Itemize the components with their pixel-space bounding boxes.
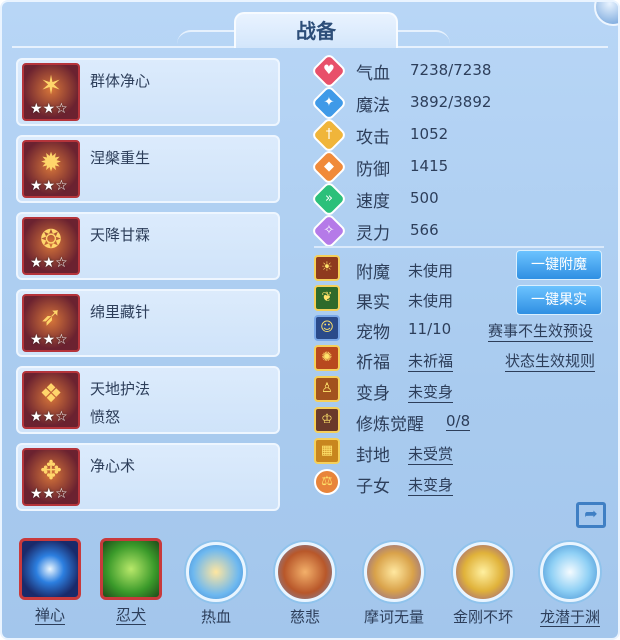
pet-value: 11/10	[408, 320, 452, 338]
event-preset-link[interactable]: 赛事不生效预设	[488, 320, 594, 342]
bottom-slot[interactable]: 龙潜于渊	[532, 538, 608, 627]
fruit-icon: ❦	[314, 285, 340, 311]
bottom-slot-label: 龙潜于渊	[539, 608, 600, 627]
bottom-slot-label: 忍犬	[115, 606, 146, 625]
blessing-icon: ✺	[314, 345, 340, 371]
transform-value[interactable]: 未变身	[408, 381, 454, 403]
pet-icon: ☺	[314, 315, 340, 341]
bottom-slot-label: 热血	[200, 608, 231, 626]
one-click-enchant-button[interactable]: 一键附魔	[516, 250, 602, 280]
skill-card[interactable]: ❂ ★★☆ 天降甘霖	[16, 212, 280, 280]
stat-value-hp: 7238/7238	[410, 61, 492, 79]
bottom-slot-label: 摩诃无量	[363, 608, 424, 626]
title-ornament-right	[390, 30, 450, 46]
bottom-slot[interactable]: 忍犬	[93, 538, 169, 625]
children-icon: ⚖	[314, 469, 340, 495]
stat-label-mp: 魔法	[356, 96, 390, 116]
bottom-slot-label: 禅心	[34, 606, 65, 625]
skill-icon: ❖ ★★☆	[22, 371, 80, 429]
speed-icon: »	[310, 180, 348, 218]
skill-stars: ★★☆	[30, 332, 68, 348]
fruit-label: 果实	[356, 293, 390, 313]
blessing-value[interactable]: 未祈福	[408, 350, 454, 372]
page-title: 战备	[234, 12, 398, 48]
zen-orb-icon	[19, 538, 81, 600]
stat-value-speed: 500	[410, 189, 439, 207]
fruit-value: 未使用	[408, 292, 454, 310]
dragon-icon	[540, 542, 600, 602]
bottom-slot[interactable]: 摩诃无量	[356, 538, 432, 627]
skill-icon: ✹ ★★☆	[22, 140, 80, 198]
skill-name: 群体净心	[90, 72, 151, 90]
skill-icon: ✥ ★★☆	[22, 448, 80, 506]
skill-card[interactable]: ➶ ★★☆ 绵里藏针	[16, 289, 280, 357]
stat-value-spirit: 566	[410, 221, 439, 239]
bottom-slot[interactable]: 金刚不坏	[445, 538, 521, 627]
skill-stars: ★★☆	[30, 255, 68, 271]
divider	[314, 246, 604, 248]
pet-label: 宠物	[356, 323, 390, 343]
blessing-label: 祈福	[356, 353, 390, 373]
bottom-slot-label: 金刚不坏	[452, 608, 513, 626]
stat-value-attack: 1052	[410, 125, 449, 143]
children-label: 子女	[356, 477, 390, 497]
skill-stars: ★★☆	[30, 486, 68, 502]
skill-stars: ★★☆	[30, 409, 68, 425]
enchant-value: 未使用	[408, 262, 454, 280]
skill-card[interactable]: ❖ ★★☆ 天地护法 愤怒	[16, 366, 280, 434]
close-button[interactable]	[594, 2, 618, 26]
golden-guardian-icon	[453, 542, 513, 602]
one-click-fruit-button[interactable]: 一键果实	[516, 285, 602, 315]
skill-name: 绵里藏针	[90, 303, 151, 321]
skill-icon: ✶ ★★☆	[22, 63, 80, 121]
skill-card[interactable]: ✶ ★★☆ 群体净心	[16, 58, 280, 126]
awaken-label: 修炼觉醒	[356, 415, 424, 435]
children-value[interactable]: 未变身	[408, 474, 454, 496]
stat-value-defense: 1415	[410, 157, 449, 175]
enchant-label: 附魔	[356, 263, 390, 283]
state-rule-link[interactable]: 状态生效规则	[505, 350, 596, 372]
skill-subtext: 愤怒	[90, 408, 121, 426]
skill-name: 天降甘霖	[90, 226, 151, 244]
stat-label-hp: 气血	[356, 64, 390, 84]
title-ornament-left	[177, 30, 237, 46]
stat-label-attack: 攻击	[356, 128, 390, 148]
monk-icon	[364, 542, 424, 602]
stat-label-speed: 速度	[356, 192, 390, 212]
awaken-icon: ♔	[314, 407, 340, 433]
stat-label-spirit: 灵力	[356, 224, 390, 244]
scroll-icon	[275, 542, 335, 602]
fief-label: 封地	[356, 446, 390, 466]
sword-icon: †	[310, 116, 348, 154]
magic-icon: ✦	[310, 84, 348, 122]
battle-prep-panel: 战备 ✶ ★★☆ 群体净心 ✹ ★★☆ 涅槃重生 ❂ ★★☆ 天降甘霖 ➶ ★★…	[0, 0, 620, 640]
skill-name: 天地护法	[90, 380, 151, 398]
skill-icon: ❂ ★★☆	[22, 217, 80, 275]
spirit-icon: ✧	[310, 212, 348, 250]
awaken-value[interactable]: 0/8	[446, 412, 471, 431]
heart-icon: ♥	[310, 52, 348, 90]
skill-card[interactable]: ✥ ★★☆ 净心术	[16, 443, 280, 511]
skill-card[interactable]: ✹ ★★☆ 涅槃重生	[16, 135, 280, 203]
skill-name: 涅槃重生	[90, 149, 151, 167]
stat-label-defense: 防御	[356, 160, 390, 180]
fief-icon: ▦	[314, 438, 340, 464]
blood-fighter-icon	[186, 542, 246, 602]
skill-stars: ★★☆	[30, 101, 68, 117]
bottom-slot[interactable]: 热血	[178, 538, 254, 627]
fief-value[interactable]: 未受赏	[408, 443, 454, 465]
bottom-slot[interactable]: 慈悲	[267, 538, 343, 627]
shield-icon: ◆	[310, 148, 348, 186]
share-icon[interactable]: ➦	[576, 502, 606, 528]
transform-icon: ♙	[314, 376, 340, 402]
skill-name: 净心术	[90, 457, 136, 475]
enchant-icon: ☀	[314, 255, 340, 281]
skill-stars: ★★☆	[30, 178, 68, 194]
wolf-icon	[100, 538, 162, 600]
bottom-slot[interactable]: 禅心	[12, 538, 88, 625]
skill-icon: ➶ ★★☆	[22, 294, 80, 352]
bottom-slot-label: 慈悲	[289, 608, 320, 626]
transform-label: 变身	[356, 384, 390, 404]
stat-value-mp: 3892/3892	[410, 93, 492, 111]
